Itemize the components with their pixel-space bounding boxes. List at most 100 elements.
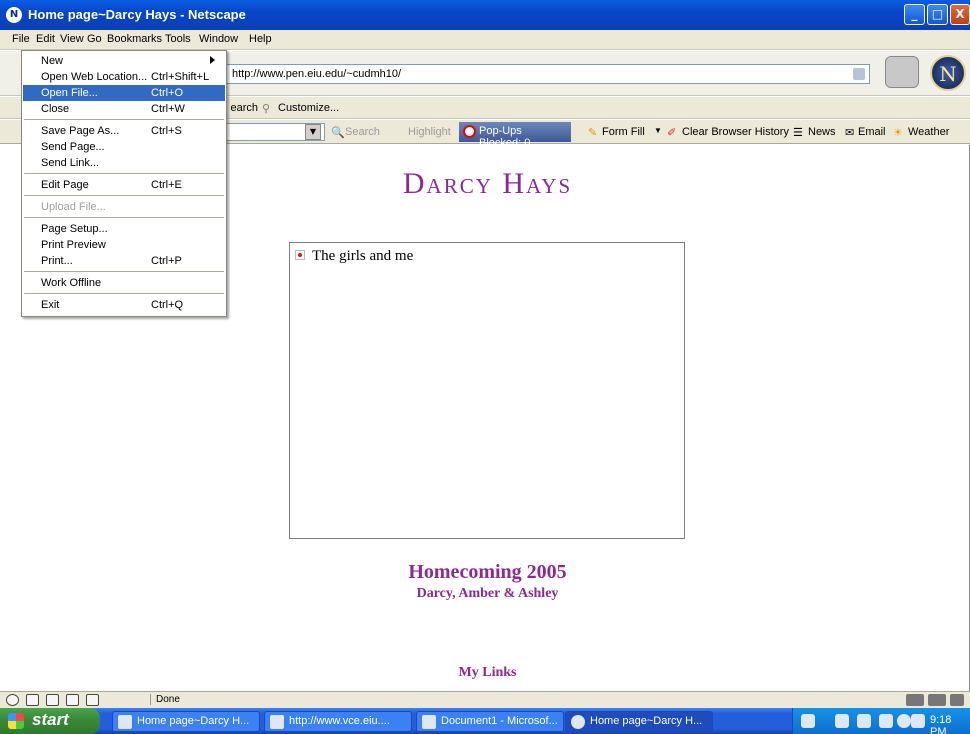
menu-item-edit-page[interactable]: Edit Page Ctrl+E bbox=[23, 177, 225, 193]
my-links-heading[interactable]: My Links bbox=[0, 665, 970, 681]
taskbar-item-active[interactable]: Home page~Darcy H... bbox=[565, 711, 713, 732]
lock-icon bbox=[950, 694, 964, 706]
tray-icon[interactable] bbox=[801, 714, 815, 728]
taskbar-item-label: Document1 - Microsof... bbox=[441, 715, 558, 727]
start-label: start bbox=[32, 710, 69, 729]
search-button-label[interactable]: earch bbox=[228, 102, 258, 114]
menu-separator bbox=[24, 173, 224, 174]
address-bar[interactable] bbox=[225, 64, 870, 84]
menu-go[interactable]: Go bbox=[87, 33, 102, 45]
form-fill-icon: ✎ bbox=[588, 127, 598, 139]
menu-edit[interactable]: Edit bbox=[36, 33, 55, 45]
news-button[interactable]: News bbox=[808, 126, 836, 138]
menu-item-label: Save Page As... bbox=[41, 125, 120, 137]
broken-image-icon bbox=[295, 250, 305, 260]
customize-button[interactable]: Customize... bbox=[278, 102, 339, 114]
tray-expand-icon[interactable] bbox=[897, 714, 911, 728]
menu-bookmarks[interactable]: Bookmarks bbox=[107, 33, 162, 45]
menu-file[interactable]: File bbox=[12, 33, 30, 45]
menu-item-send-link[interactable]: Send Link... bbox=[23, 155, 225, 171]
clock: 9:18 PM bbox=[930, 714, 952, 734]
menu-item-close[interactable]: Close Ctrl+W bbox=[23, 101, 225, 117]
tray-icon[interactable] bbox=[879, 714, 893, 728]
form-fill-button[interactable]: Form Fill bbox=[602, 126, 645, 138]
menu-item-label: Print... bbox=[41, 255, 73, 267]
print-icon[interactable] bbox=[885, 56, 919, 88]
menu-item-page-setup[interactable]: Page Setup... bbox=[23, 221, 225, 237]
navigator-icon[interactable] bbox=[6, 694, 19, 706]
title-bar: N Home page~Darcy Hays - Netscape _ □ X bbox=[0, 0, 970, 30]
menu-item-work-offline[interactable]: Work Offline bbox=[23, 275, 225, 291]
menu-help[interactable]: Help bbox=[249, 33, 272, 45]
taskbar-item[interactable]: http://www.vce.eiu.... bbox=[264, 711, 412, 732]
window-title: Home page~Darcy Hays - Netscape bbox=[28, 7, 246, 22]
menu-item-label: Open Web Location... bbox=[41, 71, 148, 83]
menu-item-open-file[interactable]: Open File... Ctrl+O bbox=[23, 85, 225, 101]
menu-item-label: Upload File... bbox=[41, 201, 106, 213]
menu-item-label: Send Link... bbox=[41, 157, 100, 169]
weather-button[interactable]: Weather bbox=[908, 126, 949, 138]
news-icon: ☰ bbox=[793, 127, 803, 139]
menu-item-exit[interactable]: Exit Ctrl+Q bbox=[23, 297, 225, 313]
word-document-icon bbox=[422, 715, 436, 729]
tray-icon[interactable] bbox=[835, 714, 849, 728]
search-dropdown-icon[interactable]: ▼ bbox=[305, 124, 321, 140]
menu-shortcut: Ctrl+S bbox=[151, 125, 182, 137]
status-bar: Done bbox=[0, 691, 970, 708]
menu-item-new[interactable]: New bbox=[23, 53, 225, 69]
menu-item-print-preview[interactable]: Print Preview bbox=[23, 237, 225, 253]
aim-icon[interactable] bbox=[46, 694, 59, 706]
close-button[interactable]: X bbox=[950, 4, 970, 25]
menu-item-print[interactable]: Print... Ctrl+P bbox=[23, 253, 225, 269]
start-button[interactable]: start bbox=[0, 708, 100, 734]
taskbar-item[interactable]: Home page~Darcy H... bbox=[112, 711, 260, 732]
menu-item-open-web-location[interactable]: Open Web Location... Ctrl+Shift+L bbox=[23, 69, 225, 85]
menu-item-save-page-as[interactable]: Save Page As... Ctrl+S bbox=[23, 123, 225, 139]
system-tray: 9:18 PM bbox=[792, 708, 970, 734]
composer-icon[interactable] bbox=[66, 694, 79, 706]
menu-tools[interactable]: Tools bbox=[165, 33, 191, 45]
menu-item-label: Work Offline bbox=[41, 277, 102, 289]
menu-shortcut: Ctrl+Q bbox=[151, 299, 184, 311]
submenu-arrow-icon bbox=[210, 56, 215, 64]
menu-shortcut: Ctrl+E bbox=[151, 179, 182, 191]
page-subheading: Darcy, Amber & Ashley bbox=[416, 586, 559, 601]
menu-view[interactable]: View bbox=[60, 33, 84, 45]
menu-item-label: Edit Page bbox=[41, 179, 89, 191]
windows-flag-icon bbox=[8, 713, 24, 729]
highlight-button[interactable]: Highlight bbox=[408, 126, 451, 138]
menu-window[interactable]: Window bbox=[199, 33, 238, 45]
taskbar-item-label: Home page~Darcy H... bbox=[137, 715, 250, 727]
maximize-button[interactable]: □ bbox=[927, 4, 948, 25]
taskbar-item[interactable]: Document1 - Microsof... bbox=[416, 711, 564, 732]
taskbar-item-label: http://www.vce.eiu.... bbox=[289, 715, 390, 727]
menu-separator bbox=[24, 217, 224, 218]
menu-shortcut: Ctrl+W bbox=[151, 103, 185, 115]
minimize-button[interactable]: _ bbox=[904, 4, 925, 25]
search-button[interactable]: Search bbox=[345, 126, 380, 138]
email-icon: ✉ bbox=[845, 127, 855, 139]
page-heading: Homecoming 2005 bbox=[408, 561, 567, 583]
customize-icon: ⚲ bbox=[262, 103, 271, 115]
file-menu-dropdown: New Open Web Location... Ctrl+Shift+L Ope… bbox=[21, 50, 227, 317]
menu-item-label: Print Preview bbox=[41, 239, 106, 251]
popup-blocked-icon bbox=[463, 125, 476, 138]
network-icon[interactable] bbox=[911, 714, 925, 728]
address-book-icon[interactable] bbox=[86, 694, 99, 706]
menu-item-send-page[interactable]: Send Page... bbox=[23, 139, 225, 155]
netscape-throbber-icon[interactable]: N bbox=[930, 55, 966, 91]
security-icon bbox=[928, 694, 946, 706]
help-icon[interactable] bbox=[857, 714, 871, 728]
url-input[interactable] bbox=[226, 65, 846, 83]
menu-bar: File Edit View Go Bookmarks Tools Window… bbox=[0, 30, 970, 50]
url-dropdown-icon[interactable] bbox=[853, 68, 865, 80]
clear-history-button[interactable]: Clear Browser History bbox=[682, 126, 789, 138]
menu-shortcut: Ctrl+Shift+L bbox=[151, 71, 210, 83]
email-button[interactable]: Email bbox=[858, 126, 886, 138]
popups-blocked-button[interactable]: Pop-Ups Blocked: 0 bbox=[459, 122, 571, 149]
menu-item-upload-file: Upload File... bbox=[23, 199, 225, 215]
form-fill-dropdown-icon[interactable]: ▼ bbox=[654, 126, 662, 135]
menu-item-label: Close bbox=[41, 103, 70, 115]
menu-separator bbox=[24, 119, 224, 120]
mail-icon[interactable] bbox=[26, 694, 39, 706]
